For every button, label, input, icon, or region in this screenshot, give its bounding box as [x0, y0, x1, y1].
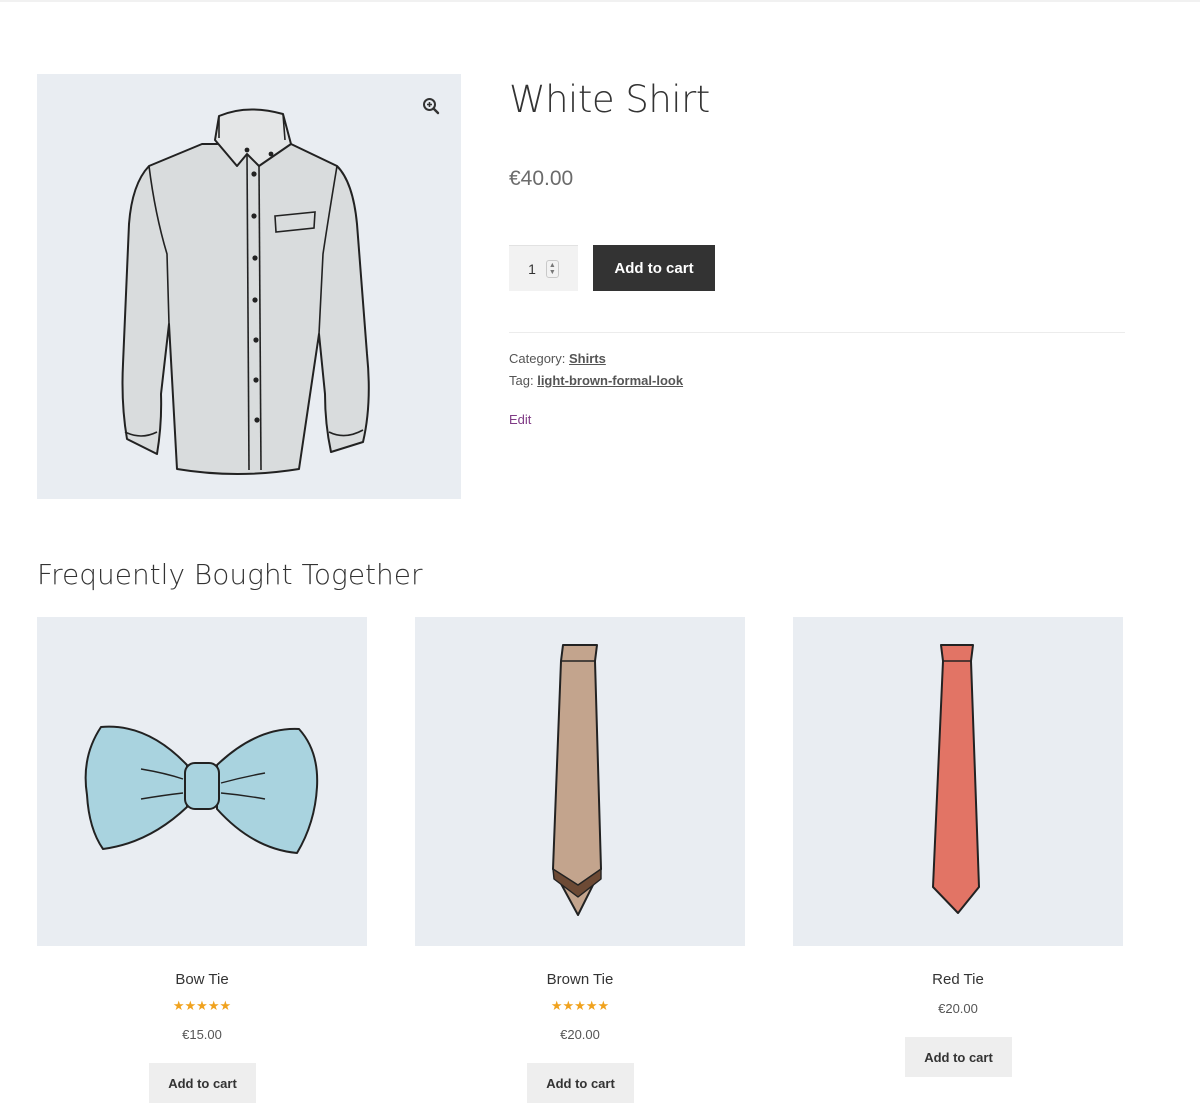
add-to-cart-button[interactable]: Add to cart [149, 1063, 256, 1103]
zoom-in-icon [423, 98, 440, 115]
product-card-price: €15.00 [182, 1027, 222, 1042]
zoom-button[interactable] [413, 88, 449, 124]
product-card-red-tie: Red Tie €20.00 Add to cart [793, 617, 1123, 1077]
product-card-bow-tie: Bow Tie ★★★★★ €15.00 Add to cart [37, 617, 367, 1103]
star-rating: ★★★★★ [172, 998, 232, 1013]
edit-link[interactable]: Edit [509, 412, 531, 427]
tag-label: Tag: [509, 373, 534, 388]
red-tie-illustration [932, 644, 980, 914]
product-image[interactable] [37, 74, 461, 499]
product-card-name[interactable]: Brown Tie [415, 971, 745, 988]
product-card-image[interactable] [37, 617, 367, 946]
product-card-image[interactable] [793, 617, 1123, 946]
category-link[interactable]: Shirts [569, 351, 606, 366]
quantity-stepper[interactable]: 1 ▲ ▼ [509, 245, 578, 291]
product-card-name[interactable]: Red Tie [793, 971, 1123, 988]
white-shirt-illustration [121, 108, 370, 475]
add-to-cart-button[interactable]: Add to cart [527, 1063, 634, 1103]
quantity-spinner-icon[interactable]: ▲ ▼ [545, 259, 559, 278]
product-category: Category: Shirts [509, 351, 606, 366]
bow-tie-illustration [84, 725, 319, 854]
add-to-cart-button[interactable]: Add to cart [593, 245, 715, 291]
spinner-down-icon[interactable]: ▼ [549, 269, 556, 276]
star-rating: ★★★★★ [550, 998, 610, 1013]
summary-divider [509, 332, 1125, 333]
product-card-price: €20.00 [938, 1001, 978, 1016]
product-card-image[interactable] [415, 617, 745, 946]
header-divider [0, 0, 1200, 2]
brown-tie-illustration [552, 644, 602, 916]
category-label: Category: [509, 351, 566, 366]
product-title: White Shirt [509, 78, 710, 121]
quantity-value[interactable]: 1 [528, 261, 536, 277]
product-price: €40.00 [509, 167, 574, 190]
tag-link[interactable]: light-brown-formal-look [537, 373, 683, 388]
product-tag: Tag: light-brown-formal-look [509, 373, 683, 388]
product-card-price: €20.00 [560, 1027, 600, 1042]
spinner-up-icon[interactable]: ▲ [549, 262, 556, 269]
related-products-title: Frequently Bought Together [37, 558, 423, 591]
product-card-brown-tie: Brown Tie ★★★★★ €20.00 Add to cart [415, 617, 745, 1103]
product-card-name[interactable]: Bow Tie [37, 971, 367, 988]
add-to-cart-button[interactable]: Add to cart [905, 1037, 1012, 1077]
